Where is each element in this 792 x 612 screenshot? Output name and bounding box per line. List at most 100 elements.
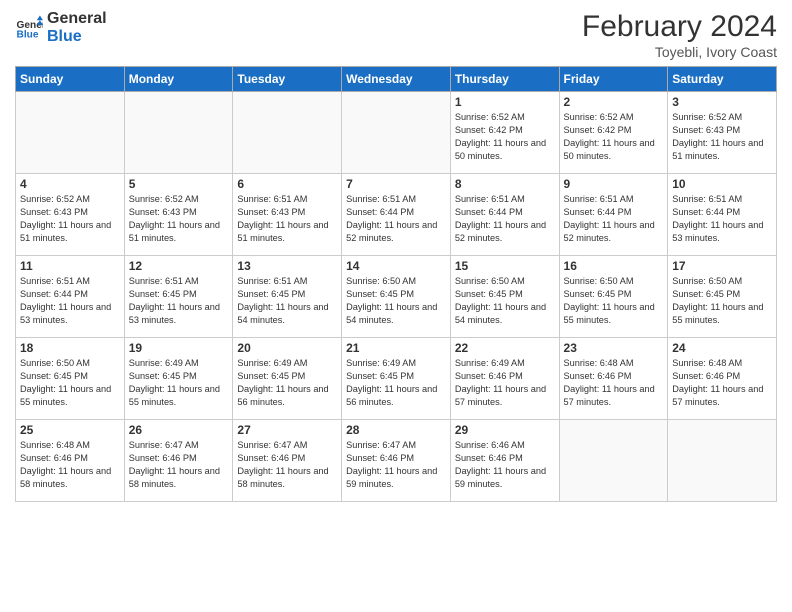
day-cell: 8 Sunrise: 6:51 AM Sunset: 6:44 PM Daylig… (450, 174, 559, 256)
day-info: Sunrise: 6:50 AM Sunset: 6:45 PM Dayligh… (20, 357, 120, 409)
day-info: Sunrise: 6:50 AM Sunset: 6:45 PM Dayligh… (564, 275, 664, 327)
day-info: Sunrise: 6:50 AM Sunset: 6:45 PM Dayligh… (346, 275, 446, 327)
header: General Blue General Blue February 2024 … (15, 10, 777, 60)
day-cell (559, 420, 668, 502)
day-number: 19 (129, 341, 229, 355)
day-info: Sunrise: 6:51 AM Sunset: 6:43 PM Dayligh… (237, 193, 337, 245)
day-info: Sunrise: 6:51 AM Sunset: 6:44 PM Dayligh… (346, 193, 446, 245)
day-info: Sunrise: 6:47 AM Sunset: 6:46 PM Dayligh… (129, 439, 229, 491)
week-row-1: 4Sunrise: 6:52 AM Sunset: 6:43 PM Daylig… (16, 174, 777, 256)
day-cell: 5 Sunrise: 6:52 AM Sunset: 6:43 PM Daylig… (124, 174, 233, 256)
day-cell (124, 92, 233, 174)
header-row: SundayMondayTuesdayWednesdayThursdayFrid… (16, 67, 777, 92)
day-cell (16, 92, 125, 174)
logo-blue: Blue (47, 28, 107, 46)
day-cell: 14 Sunrise: 6:50 AM Sunset: 6:45 PM Dayli… (342, 256, 451, 338)
logo: General Blue General Blue (15, 10, 107, 45)
col-header-wednesday: Wednesday (342, 67, 451, 92)
day-info: Sunrise: 6:52 AM Sunset: 6:42 PM Dayligh… (564, 111, 664, 163)
day-cell (342, 92, 451, 174)
day-number: 18 (20, 341, 120, 355)
col-header-tuesday: Tuesday (233, 67, 342, 92)
day-cell: 16 Sunrise: 6:50 AM Sunset: 6:45 PM Dayli… (559, 256, 668, 338)
day-number: 16 (564, 259, 664, 273)
day-info: Sunrise: 6:50 AM Sunset: 6:45 PM Dayligh… (455, 275, 555, 327)
day-number: 10 (672, 177, 772, 191)
day-info: Sunrise: 6:48 AM Sunset: 6:46 PM Dayligh… (564, 357, 664, 409)
day-number: 7 (346, 177, 446, 191)
day-cell: 1 Sunrise: 6:52 AM Sunset: 6:42 PM Daylig… (450, 92, 559, 174)
col-header-thursday: Thursday (450, 67, 559, 92)
week-row-0: 1 Sunrise: 6:52 AM Sunset: 6:42 PM Daylig… (16, 92, 777, 174)
day-number: 8 (455, 177, 555, 191)
day-cell: 26 Sunrise: 6:47 AM Sunset: 6:46 PM Dayli… (124, 420, 233, 502)
week-row-3: 18 Sunrise: 6:50 AM Sunset: 6:45 PM Dayli… (16, 338, 777, 420)
day-cell: 23Sunrise: 6:48 AM Sunset: 6:46 PM Dayli… (559, 338, 668, 420)
day-info: Sunrise: 6:51 AM Sunset: 6:44 PM Dayligh… (564, 193, 664, 245)
day-cell: 10 Sunrise: 6:51 AM Sunset: 6:44 PM Dayli… (668, 174, 777, 256)
day-info: Sunrise: 6:51 AM Sunset: 6:45 PM Dayligh… (237, 275, 337, 327)
day-cell: 11Sunrise: 6:51 AM Sunset: 6:44 PM Dayli… (16, 256, 125, 338)
calendar-table: SundayMondayTuesdayWednesdayThursdayFrid… (15, 66, 777, 502)
day-cell: 9 Sunrise: 6:51 AM Sunset: 6:44 PM Daylig… (559, 174, 668, 256)
day-number: 9 (564, 177, 664, 191)
day-cell: 19 Sunrise: 6:49 AM Sunset: 6:45 PM Dayli… (124, 338, 233, 420)
day-number: 20 (237, 341, 337, 355)
day-info: Sunrise: 6:52 AM Sunset: 6:42 PM Dayligh… (455, 111, 555, 163)
day-number: 6 (237, 177, 337, 191)
day-info: Sunrise: 6:49 AM Sunset: 6:46 PM Dayligh… (455, 357, 555, 409)
day-cell (233, 92, 342, 174)
day-cell: 18 Sunrise: 6:50 AM Sunset: 6:45 PM Dayli… (16, 338, 125, 420)
day-number: 5 (129, 177, 229, 191)
day-number: 1 (455, 95, 555, 109)
day-info: Sunrise: 6:51 AM Sunset: 6:44 PM Dayligh… (455, 193, 555, 245)
week-row-4: 25Sunrise: 6:48 AM Sunset: 6:46 PM Dayli… (16, 420, 777, 502)
day-info: Sunrise: 6:47 AM Sunset: 6:46 PM Dayligh… (346, 439, 446, 491)
day-info: Sunrise: 6:52 AM Sunset: 6:43 PM Dayligh… (129, 193, 229, 245)
day-number: 26 (129, 423, 229, 437)
day-number: 22 (455, 341, 555, 355)
day-cell: 17Sunrise: 6:50 AM Sunset: 6:45 PM Dayli… (668, 256, 777, 338)
day-cell: 21 Sunrise: 6:49 AM Sunset: 6:45 PM Dayli… (342, 338, 451, 420)
col-header-friday: Friday (559, 67, 668, 92)
day-info: Sunrise: 6:50 AM Sunset: 6:45 PM Dayligh… (672, 275, 772, 327)
day-cell: 22 Sunrise: 6:49 AM Sunset: 6:46 PM Dayli… (450, 338, 559, 420)
col-header-sunday: Sunday (16, 67, 125, 92)
day-info: Sunrise: 6:48 AM Sunset: 6:46 PM Dayligh… (672, 357, 772, 409)
day-number: 29 (455, 423, 555, 437)
page: General Blue General Blue February 2024 … (0, 0, 792, 612)
day-info: Sunrise: 6:47 AM Sunset: 6:46 PM Dayligh… (237, 439, 337, 491)
svg-text:Blue: Blue (17, 29, 39, 40)
day-info: Sunrise: 6:49 AM Sunset: 6:45 PM Dayligh… (129, 357, 229, 409)
day-cell: 15Sunrise: 6:50 AM Sunset: 6:45 PM Dayli… (450, 256, 559, 338)
day-cell: 6 Sunrise: 6:51 AM Sunset: 6:43 PM Daylig… (233, 174, 342, 256)
day-cell: 28 Sunrise: 6:47 AM Sunset: 6:46 PM Dayli… (342, 420, 451, 502)
day-cell: 20Sunrise: 6:49 AM Sunset: 6:45 PM Dayli… (233, 338, 342, 420)
day-cell: 29Sunrise: 6:46 AM Sunset: 6:46 PM Dayli… (450, 420, 559, 502)
day-cell (668, 420, 777, 502)
day-cell: 25Sunrise: 6:48 AM Sunset: 6:46 PM Dayli… (16, 420, 125, 502)
location: Toyebli, Ivory Coast (582, 44, 777, 60)
day-number: 12 (129, 259, 229, 273)
title-block: February 2024 Toyebli, Ivory Coast (582, 10, 777, 60)
day-number: 25 (20, 423, 120, 437)
day-number: 14 (346, 259, 446, 273)
day-cell: 7 Sunrise: 6:51 AM Sunset: 6:44 PM Daylig… (342, 174, 451, 256)
month-year: February 2024 (582, 10, 777, 44)
day-info: Sunrise: 6:49 AM Sunset: 6:45 PM Dayligh… (346, 357, 446, 409)
day-number: 13 (237, 259, 337, 273)
day-number: 24 (672, 341, 772, 355)
day-cell: 27 Sunrise: 6:47 AM Sunset: 6:46 PM Dayli… (233, 420, 342, 502)
logo-general: General (47, 10, 107, 28)
day-number: 27 (237, 423, 337, 437)
day-cell: 12Sunrise: 6:51 AM Sunset: 6:45 PM Dayli… (124, 256, 233, 338)
day-cell: 3Sunrise: 6:52 AM Sunset: 6:43 PM Daylig… (668, 92, 777, 174)
day-info: Sunrise: 6:51 AM Sunset: 6:44 PM Dayligh… (672, 193, 772, 245)
day-number: 28 (346, 423, 446, 437)
day-number: 2 (564, 95, 664, 109)
day-number: 21 (346, 341, 446, 355)
day-cell: 2 Sunrise: 6:52 AM Sunset: 6:42 PM Daylig… (559, 92, 668, 174)
col-header-saturday: Saturday (668, 67, 777, 92)
logo-icon: General Blue (15, 14, 43, 42)
day-cell: 13 Sunrise: 6:51 AM Sunset: 6:45 PM Dayli… (233, 256, 342, 338)
